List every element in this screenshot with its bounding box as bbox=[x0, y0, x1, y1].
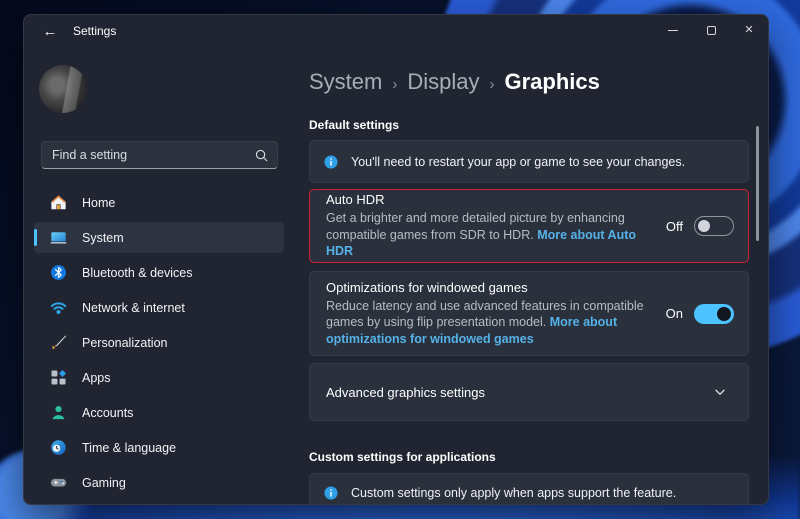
sidebar-item-label: Gaming bbox=[82, 476, 126, 490]
sidebar-item-label: Bluetooth & devices bbox=[82, 266, 193, 280]
sidebar-item-network-internet[interactable]: Network & internet bbox=[34, 292, 284, 323]
section-heading-default-settings: Default settings bbox=[309, 118, 399, 132]
sidebar-item-time-language[interactable]: Time & language bbox=[34, 432, 284, 463]
auto-hdr-card highlight-box: Auto HDR Get a brighter and more detaile… bbox=[309, 189, 749, 263]
sidebar-item-label: System bbox=[82, 231, 124, 245]
personalization-icon bbox=[50, 334, 67, 351]
custom-settings-info-text: Custom settings only apply when apps sup… bbox=[351, 486, 676, 500]
restart-info-banner: You'll need to restart your app or game … bbox=[309, 140, 749, 183]
custom-settings-info-banner: Custom settings only apply when apps sup… bbox=[309, 473, 749, 505]
system-icon bbox=[50, 229, 67, 246]
sidebar-item-home[interactable]: Home bbox=[34, 187, 284, 218]
chevron-down-icon bbox=[712, 384, 728, 400]
gaming-icon bbox=[50, 474, 67, 491]
user-avatar[interactable] bbox=[39, 65, 87, 113]
info-icon bbox=[324, 486, 338, 500]
breadcrumb-system[interactable]: System bbox=[309, 69, 382, 95]
optimizations-toggle[interactable] bbox=[694, 304, 734, 324]
breadcrumb-separator: › bbox=[490, 76, 495, 93]
restart-info-text: You'll need to restart your app or game … bbox=[351, 155, 685, 169]
optimizations-title: Optimizations for windowed games bbox=[326, 280, 656, 295]
apps-icon bbox=[50, 369, 67, 386]
sidebar-item-personalization[interactable]: Personalization bbox=[34, 327, 284, 358]
advanced-graphics-settings-card[interactable]: Advanced graphics settings bbox=[309, 363, 749, 421]
window-title: Settings bbox=[73, 24, 116, 38]
search-box[interactable] bbox=[41, 141, 278, 169]
auto-hdr-toggle-state: Off bbox=[666, 219, 683, 234]
settings-window: ← Settings ✕ Home System bbox=[23, 14, 769, 505]
selected-accent-bar bbox=[34, 229, 37, 246]
advanced-graphics-settings-label: Advanced graphics settings bbox=[326, 385, 712, 400]
toggle-knob bbox=[717, 307, 731, 321]
main-content: System › Display › Graphics Default sett… bbox=[309, 15, 749, 505]
back-button[interactable]: ← bbox=[34, 17, 66, 45]
windowed-games-optimizations-card: Optimizations for windowed games Reduce … bbox=[309, 271, 749, 356]
search-input[interactable] bbox=[52, 148, 254, 162]
sidebar-nav: Home System Bluetooth & devices Network … bbox=[34, 187, 284, 502]
scrollbar-thumb[interactable] bbox=[756, 126, 759, 241]
auto-hdr-toggle[interactable] bbox=[694, 216, 734, 236]
sidebar-item-label: Home bbox=[82, 196, 115, 210]
home-icon bbox=[50, 194, 67, 211]
accounts-icon bbox=[50, 404, 67, 421]
bluetooth-icon bbox=[50, 264, 67, 281]
section-heading-custom-settings: Custom settings for applications bbox=[309, 450, 496, 464]
time-language-icon bbox=[50, 439, 67, 456]
sidebar-item-accounts[interactable]: Accounts bbox=[34, 397, 284, 428]
breadcrumb-display[interactable]: Display bbox=[407, 69, 479, 95]
auto-hdr-title: Auto HDR bbox=[326, 192, 656, 207]
sidebar-item-label: Time & language bbox=[82, 441, 176, 455]
search-icon bbox=[254, 148, 269, 163]
optimizations-description: Reduce latency and use advanced features… bbox=[326, 298, 656, 348]
auto-hdr-description: Get a brighter and more detailed picture… bbox=[326, 210, 656, 260]
sidebar-item-bluetooth-devices[interactable]: Bluetooth & devices bbox=[34, 257, 284, 288]
sidebar-item-system[interactable]: System bbox=[34, 222, 284, 253]
sidebar-item-label: Personalization bbox=[82, 336, 167, 350]
optimizations-toggle-state: On bbox=[666, 306, 683, 321]
info-icon bbox=[324, 155, 338, 169]
sidebar-item-label: Apps bbox=[82, 371, 111, 385]
sidebar-item-apps[interactable]: Apps bbox=[34, 362, 284, 393]
breadcrumb: System › Display › Graphics bbox=[309, 69, 600, 95]
breadcrumb-separator: › bbox=[392, 76, 397, 93]
breadcrumb-graphics: Graphics bbox=[505, 69, 600, 95]
sidebar-item-label: Network & internet bbox=[82, 301, 185, 315]
sidebar-item-label: Accounts bbox=[82, 406, 133, 420]
network-icon bbox=[50, 299, 67, 316]
toggle-knob bbox=[698, 220, 710, 232]
sidebar-item-gaming[interactable]: Gaming bbox=[34, 467, 284, 498]
back-arrow-icon: ← bbox=[43, 23, 58, 40]
